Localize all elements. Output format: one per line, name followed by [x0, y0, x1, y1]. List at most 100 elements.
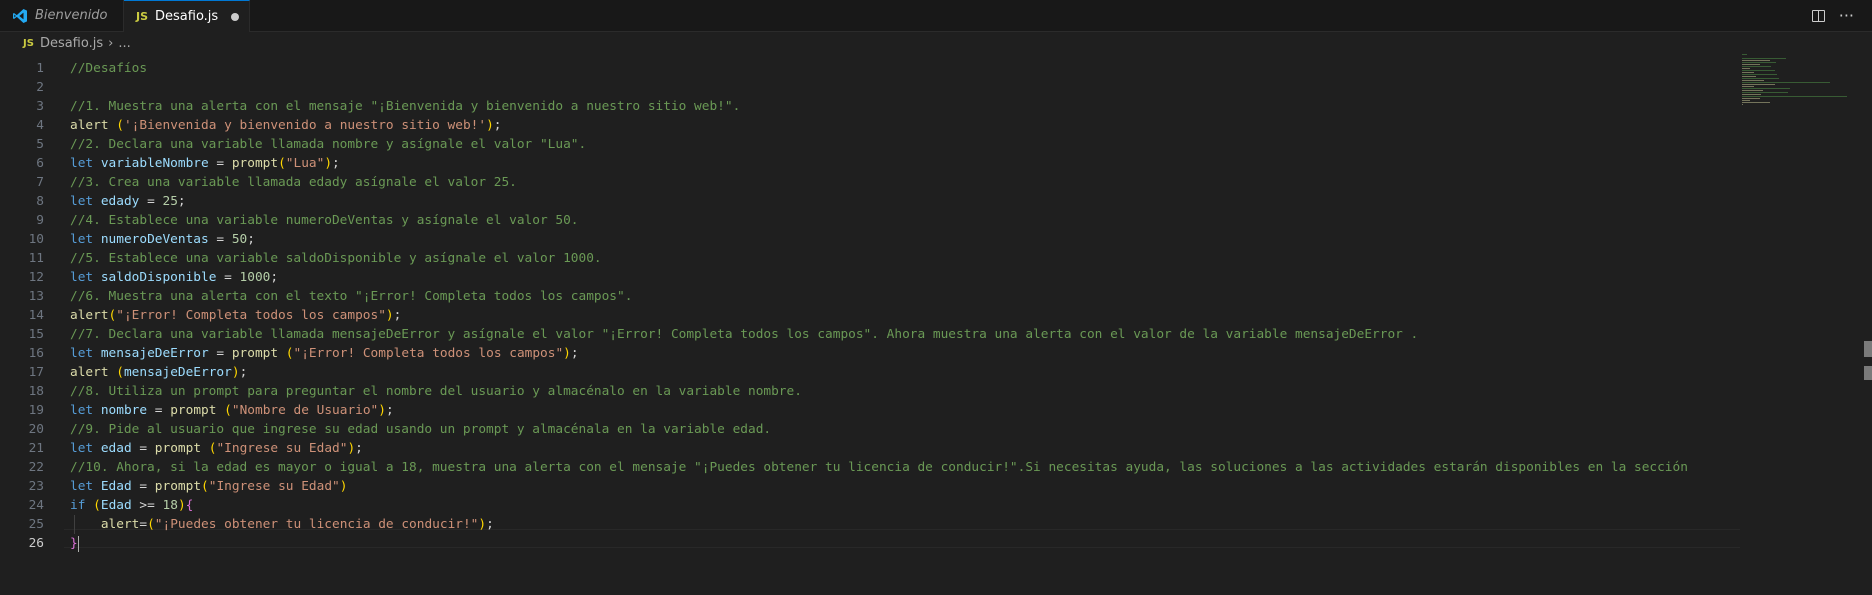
line-number: 8 — [36, 194, 44, 209]
code-line[interactable]: 5 //2. Declara una variable llamada nombr… — [0, 135, 1740, 154]
minimap-line — [1742, 78, 1779, 79]
code-token: let — [70, 270, 94, 285]
unsaved-dot-icon[interactable] — [231, 12, 240, 21]
code-line[interactable]: 22 //10. Ahora, si la edad es mayor o igu… — [0, 458, 1740, 477]
code-token: mensajeDeError — [100, 346, 209, 361]
line-number: 7 — [36, 175, 44, 190]
code-line[interactable]: 16 let mensajeDeError = prompt ("¡Error! … — [0, 344, 1740, 363]
minimap-line — [1742, 98, 1760, 99]
minimap-line — [1742, 92, 1788, 93]
split-editor-icon[interactable] — [1811, 9, 1825, 22]
code-line[interactable]: 10 let numeroDeVentas = 50; — [0, 230, 1740, 249]
code-token: = — [208, 232, 232, 247]
code-editor[interactable]: 1//Desafíos 2 3//1. Muestra una alerta con… — [0, 54, 1872, 595]
code-token: nombre — [100, 403, 148, 418]
code-line[interactable]: 19 let nombre = prompt ("Nombre de Usuari… — [0, 401, 1740, 420]
scrollbar-marker[interactable] — [1864, 341, 1872, 357]
code-text: //3. Crea una variable llamada edady así… — [70, 173, 517, 192]
minimap-line — [1742, 96, 1847, 97]
tab-welcome-label: Bienvenido — [35, 8, 108, 23]
minimap[interactable] — [1742, 54, 1852, 114]
line-number: 16 — [28, 346, 44, 361]
code-text: alert ('¡Bienvenida y bienvenido a nuest… — [70, 116, 502, 135]
line-number: 15 — [28, 327, 44, 342]
minimap-line — [1742, 84, 1775, 85]
minimap-line — [1742, 70, 1775, 71]
code-token: alert — [70, 118, 109, 133]
line-number: 10 — [28, 232, 44, 247]
code-line[interactable]: 14 alert("¡Error! Completa todos los camp… — [0, 306, 1740, 325]
code-token: //4. Establece una variable numeroDeVent… — [70, 213, 579, 228]
code-line[interactable]: 23 let Edad = prompt("Ingrese su Edad") — [0, 477, 1740, 496]
minimap-line — [1742, 100, 1750, 101]
code-text: //8. Utiliza un prompt para preguntar el… — [70, 382, 802, 401]
code-text: //6. Muestra una alerta con el texto "¡E… — [70, 287, 632, 306]
code-line[interactable]: 1 //Desafíos — [0, 59, 1740, 78]
code-token: = — [131, 441, 155, 456]
code-line[interactable]: 7 //3. Crea una variable llamada edady as… — [0, 173, 1740, 192]
line-number: 13 — [28, 289, 44, 304]
line-number: 12 — [28, 270, 44, 285]
code-line[interactable]: 18 //8. Utiliza un prompt para preguntar … — [0, 382, 1740, 401]
breadcrumb-symbols[interactable]: ... — [118, 36, 130, 51]
line-number: 3 — [36, 99, 44, 114]
code-line[interactable]: 9 //4. Establece una variable numeroDeVen… — [0, 211, 1740, 230]
code-token: 1000 — [239, 270, 271, 285]
scrollbar-marker[interactable] — [1864, 366, 1872, 380]
code-text: let variableNombre = prompt("Lua"); — [70, 154, 340, 173]
code-token: ) — [478, 517, 487, 532]
code-line[interactable]: 25 alert=("¡Puedes obtener tu licencia d… — [0, 515, 1740, 534]
code-token: "¡Error! Completa todos los campos" — [116, 308, 386, 323]
code-line[interactable]: 3 //1. Muestra una alerta con el mensaje … — [0, 97, 1740, 116]
tab-welcome[interactable]: Bienvenido — [0, 0, 124, 31]
code-line[interactable]: 11 //5. Establece una variable saldoDispo… — [0, 249, 1740, 268]
code-token: if — [70, 498, 86, 513]
minimap-line — [1742, 68, 1750, 69]
code-token: prompt — [154, 479, 202, 494]
code-line[interactable]: 24 if (Edad >= 18){ — [0, 496, 1740, 515]
code-line[interactable]: 15 //7. Declara una variable llamada mens… — [0, 325, 1740, 344]
code-line[interactable]: 21 let edad = prompt ("Ingrese su Edad"); — [0, 439, 1740, 458]
code-token: ( — [224, 403, 232, 418]
code-line[interactable]: 20 //9. Pide al usuario que ingrese su ed… — [0, 420, 1740, 439]
code-token: ) — [385, 308, 394, 323]
minimap-line — [1742, 102, 1770, 103]
breadcrumb-file[interactable]: Desafio.js — [40, 36, 103, 51]
line-number: 5 — [36, 137, 44, 152]
code-line[interactable]: 13 //6. Muestra una alerta con el texto "… — [0, 287, 1740, 306]
code-token: ( — [116, 365, 124, 380]
code-token: >= — [131, 498, 163, 513]
code-token: let — [70, 403, 94, 418]
code-token: = — [139, 194, 163, 209]
code-line[interactable]: 26} — [0, 534, 1740, 553]
code-line[interactable]: 12 let saldoDisponible = 1000; — [0, 268, 1740, 287]
more-actions-icon[interactable]: ··· — [1839, 6, 1854, 25]
code-token: 50 — [231, 232, 248, 247]
code-line[interactable]: 2 — [0, 78, 1740, 97]
code-token: = — [131, 479, 155, 494]
code-token: variableNombre — [100, 156, 209, 171]
minimap-line — [1742, 82, 1830, 83]
code-token: let — [70, 441, 94, 456]
code-line[interactable]: 17 alert (mensajeDeError); — [0, 363, 1740, 382]
code-token: //5. Establece una variable saldoDisponi… — [70, 251, 602, 266]
line-number: 1 — [36, 61, 44, 76]
minimap-line — [1742, 94, 1761, 95]
tab-desafio-js[interactable]: JS Desafio.js — [124, 0, 250, 32]
code-text: alert("¡Error! Completa todos los campos… — [70, 306, 401, 325]
code-text: let mensajeDeError = prompt ("¡Error! Co… — [70, 344, 579, 363]
tab-desafio-label: Desafio.js — [155, 9, 219, 24]
code-token: edad — [100, 441, 132, 456]
code-text: if (Edad >= 18){ — [70, 496, 193, 515]
code-token: //7. Declara una variable llamada mensaj… — [70, 327, 1419, 342]
code-text: //2. Declara una variable llamada nombre… — [70, 135, 586, 154]
code-token: ( — [201, 479, 209, 494]
code-line[interactable]: 8 let edady = 25; — [0, 192, 1740, 211]
code-line[interactable]: 6 let variableNombre = prompt("Lua"); — [0, 154, 1740, 173]
line-number: 26 — [28, 536, 44, 551]
code-line[interactable]: 4 alert ('¡Bienvenida y bienvenido a nues… — [0, 116, 1740, 135]
